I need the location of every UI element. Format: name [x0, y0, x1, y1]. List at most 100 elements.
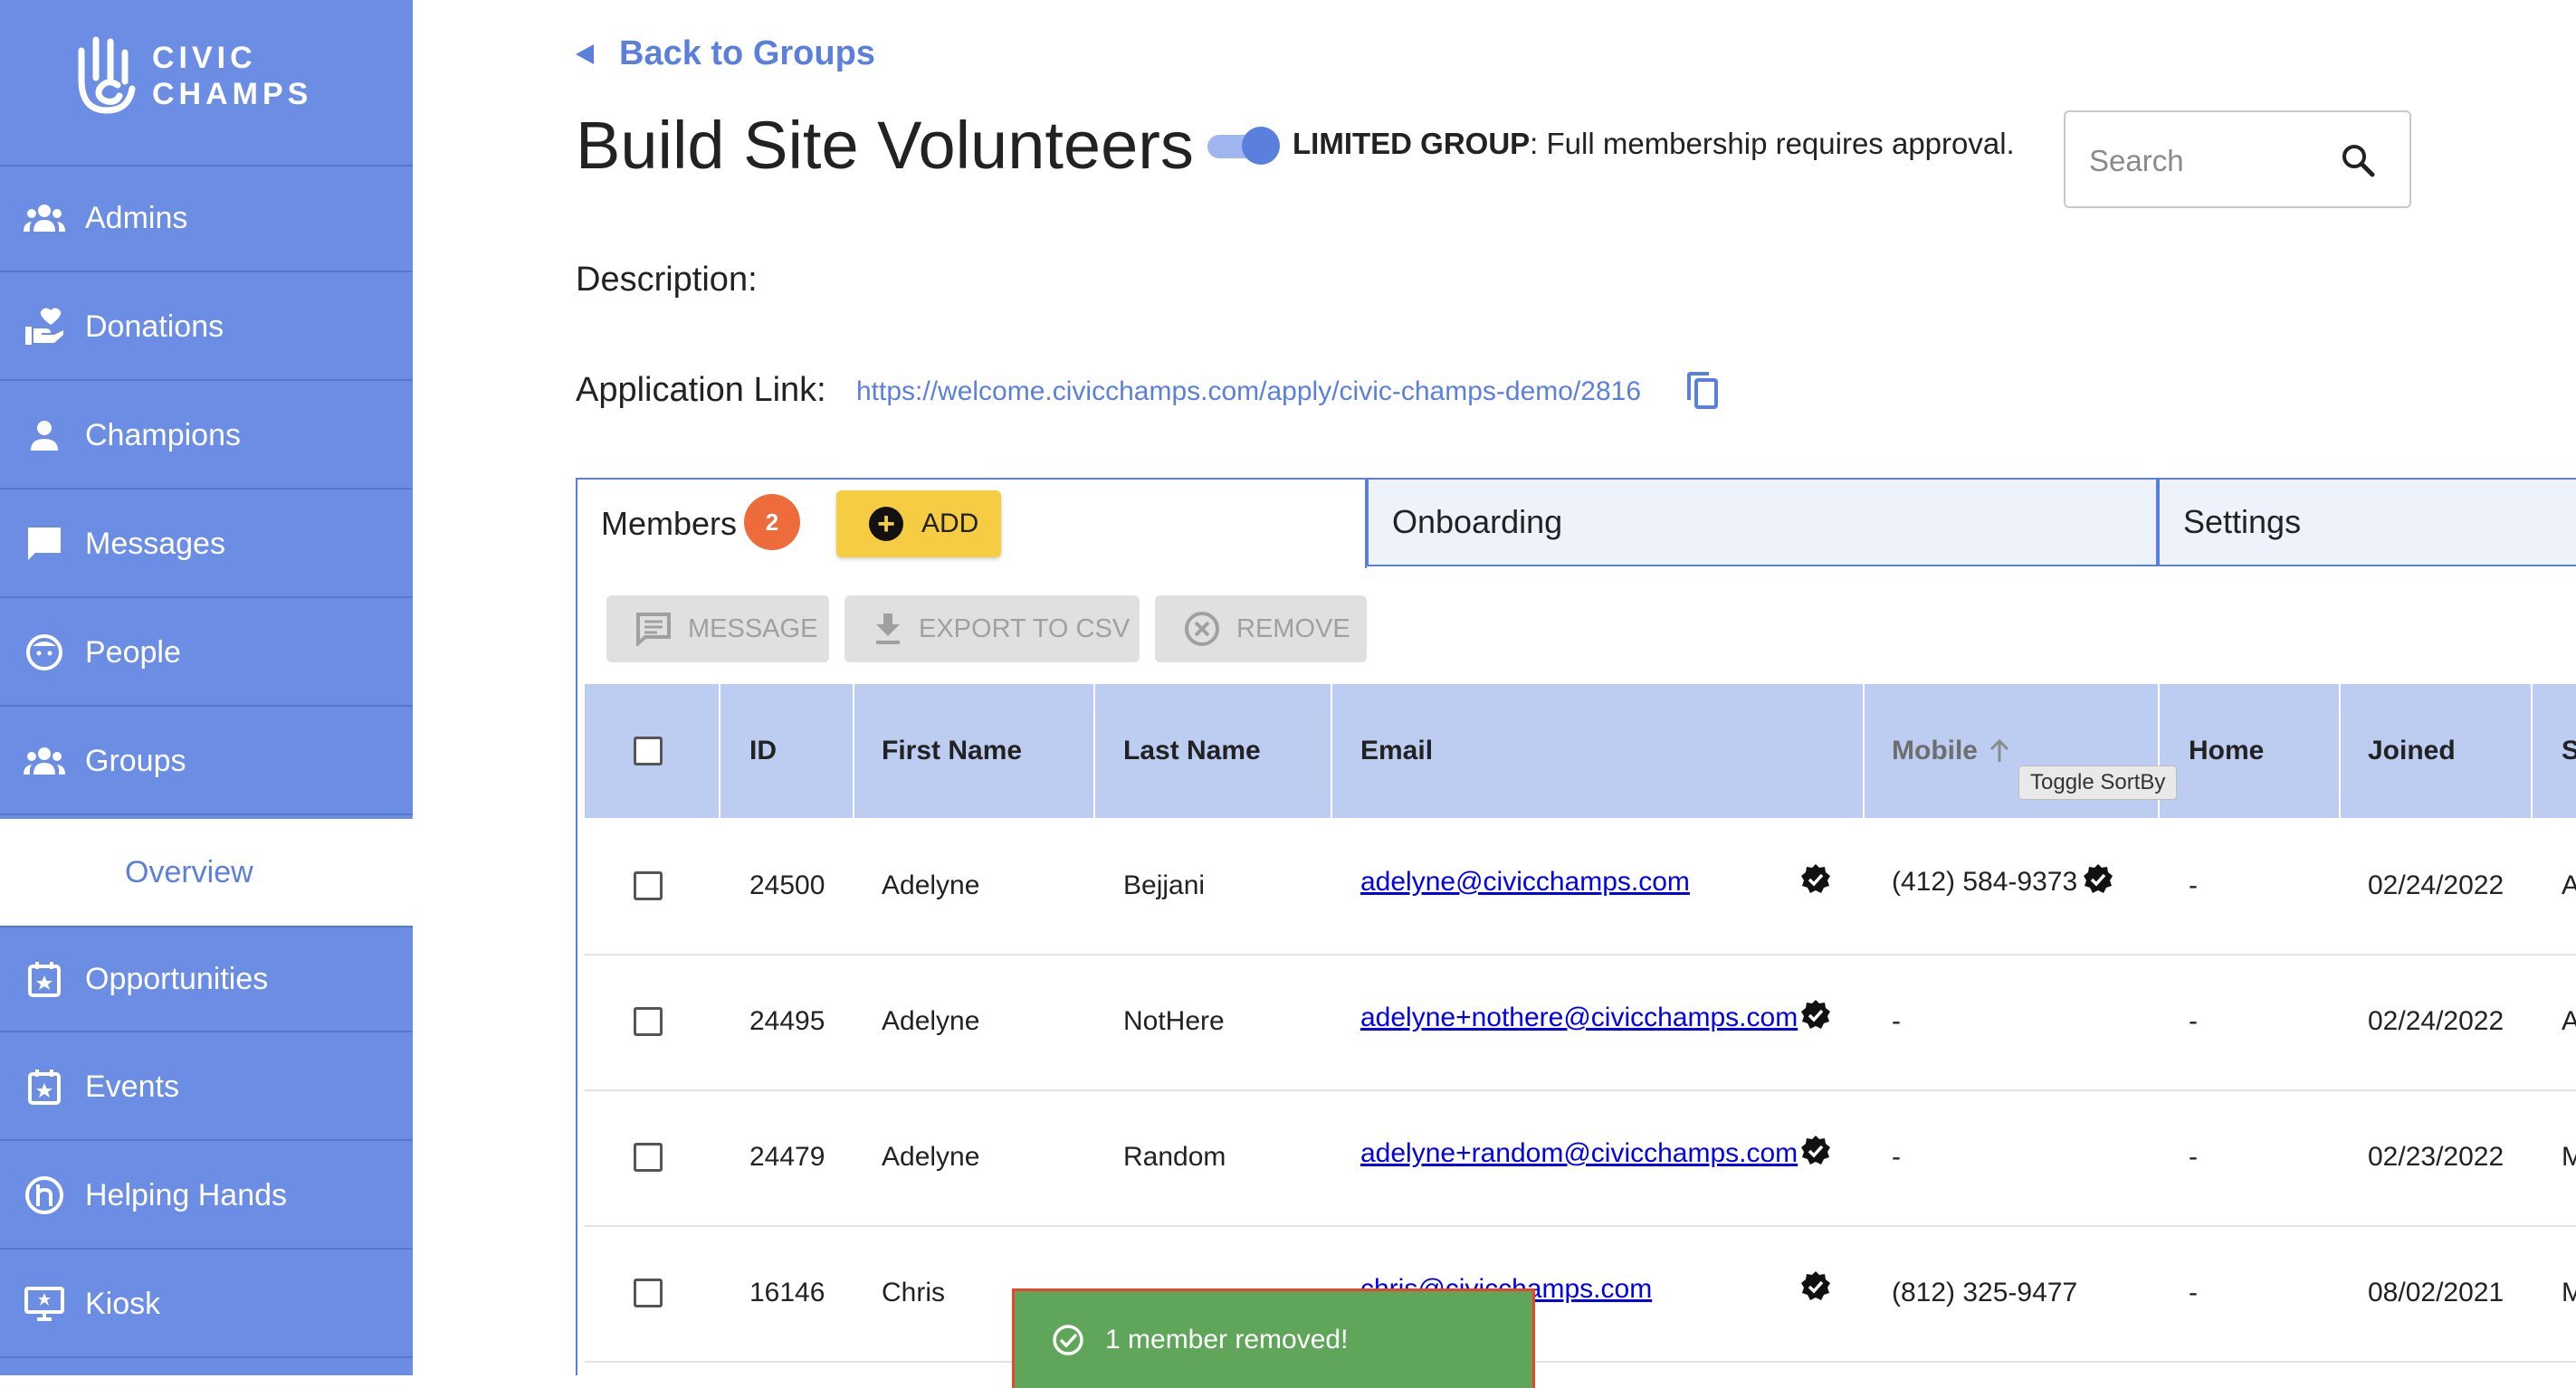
column-header-status[interactable]: S	[2562, 684, 2576, 818]
cell-status: M	[2562, 1142, 2576, 1172]
cell-joined: 08/02/2021	[2368, 1278, 2504, 1307]
column-divider	[853, 684, 854, 818]
sidebar-item-label: People	[85, 634, 181, 670]
sidebar-item-kiosk[interactable]: Kiosk	[0, 1251, 413, 1358]
sidebar-item-helping-hands[interactable]: Helping Hands	[0, 1143, 413, 1250]
column-header-home[interactable]: Home	[2189, 684, 2264, 818]
select-all-checkbox[interactable]	[634, 684, 663, 818]
cell-home: -	[2189, 1006, 2198, 1036]
cell-home: -	[2189, 1278, 2198, 1307]
limited-group-label: LIMITED GROUP	[1293, 127, 1531, 160]
cell-mobile: (412) 584-9373	[1892, 867, 2078, 897]
cell-last-name: Bejjani	[1123, 870, 1206, 900]
export-button-label: EXPORT TO CSV	[919, 613, 1131, 643]
table-header-row: ID First Name Last Name Email Mobile Hom…	[585, 684, 2576, 818]
search-box	[2064, 110, 2411, 208]
column-header-joined[interactable]: Joined	[2368, 684, 2456, 818]
cell-mobile: -	[1892, 1142, 1901, 1172]
add-member-button[interactable]: + ADD	[836, 490, 1001, 557]
cell-joined: 02/24/2022	[2368, 1006, 2504, 1036]
sidebar-item-groups[interactable]: Groups	[0, 708, 413, 815]
sidebar-item-champions[interactable]: Champions	[0, 383, 413, 490]
application-link-label: Application Link:	[576, 371, 826, 409]
sidebar-item-people[interactable]: People	[0, 600, 413, 707]
row-checkbox[interactable]	[634, 871, 663, 900]
sidebar-item-overview[interactable]: Overview	[0, 819, 413, 926]
people-icon	[22, 630, 67, 675]
hand-logo-icon	[78, 36, 136, 114]
sidebar-item-label: Admins	[85, 200, 188, 235]
admins-icon	[22, 195, 67, 241]
sidebar-item-admins[interactable]: Admins	[0, 166, 413, 272]
sidebar-item-messages[interactable]: Messages	[0, 491, 413, 598]
checkbox[interactable]	[634, 737, 663, 765]
column-divider	[719, 684, 720, 818]
email-link[interactable]: adelyne+random@civicchamps.com	[1360, 1138, 1798, 1169]
cell-id: 24500	[749, 870, 825, 900]
remove-button[interactable]: REMOVE	[1155, 595, 1367, 662]
plus-icon: +	[869, 507, 903, 541]
row-checkbox[interactable]	[634, 1007, 663, 1036]
table-row[interactable]: 24479 Adelyne Random adelyne+random@civi…	[585, 1089, 2576, 1227]
back-to-groups-link[interactable]: Back to Groups	[576, 34, 875, 73]
civic-champs-logo[interactable]: CIVIC CHAMPS	[0, 0, 413, 166]
messages-icon	[22, 521, 67, 566]
snackbar-notification: 1 member removed!	[1012, 1288, 1535, 1388]
description-label: Description:	[576, 261, 758, 299]
events-icon	[22, 1064, 67, 1109]
download-icon	[873, 612, 902, 646]
export-csv-button[interactable]: EXPORT TO CSV	[844, 595, 1140, 662]
tab-settings[interactable]: Settings	[2158, 478, 2576, 566]
application-link-url[interactable]: https://welcome.civicchamps.com/apply/ci…	[856, 376, 1641, 407]
table-row[interactable]: 24500 Adelyne Bejjani adelyne@civicchamp…	[585, 818, 2576, 955]
limited-group-text: LIMITED GROUP: Full membership requires …	[1293, 127, 2015, 161]
table-row[interactable]: 24495 Adelyne NotHere adelyne+nothere@ci…	[585, 954, 2576, 1091]
cell-mobile: (812) 325-9477	[1892, 1278, 2078, 1307]
column-divider	[2339, 684, 2341, 818]
tab-members-label: Members	[601, 505, 738, 542]
page-title: Build Site Volunteers	[576, 108, 1194, 183]
tab-settings-label: Settings	[2183, 503, 2302, 540]
search-icon[interactable]	[2339, 141, 2377, 184]
cell-joined: 02/24/2022	[2368, 870, 2504, 900]
tab-onboarding-label: Onboarding	[1392, 503, 1563, 540]
members-count-badge: 2	[744, 494, 800, 550]
table-row[interactable]: 16146 Chris chris@civicchamps.com (812) …	[585, 1225, 2576, 1363]
remove-button-label: REMOVE	[1236, 613, 1350, 643]
copy-icon[interactable]	[1685, 371, 1720, 415]
kiosk-icon	[22, 1281, 67, 1326]
sidebar-item-donations[interactable]: Donations	[0, 274, 413, 381]
sidebar-item-label: Messages	[85, 526, 225, 561]
opportunities-icon	[22, 956, 67, 1002]
column-divider	[1331, 684, 1332, 818]
row-checkbox[interactable]	[634, 1143, 663, 1172]
message-button-label: MESSAGE	[688, 613, 818, 643]
sidebar-item-label: Opportunities	[85, 961, 269, 996]
row-checkbox-cell	[634, 954, 663, 1089]
column-divider	[1093, 684, 1095, 818]
row-checkbox-cell	[634, 818, 663, 954]
column-header-email[interactable]: Email	[1360, 684, 1433, 818]
check-circle-icon	[1051, 1323, 1085, 1357]
column-header-mobile[interactable]: Mobile	[1892, 684, 2010, 818]
sort-tooltip: Toggle SortBy	[2018, 765, 2178, 800]
column-header-id[interactable]: ID	[749, 684, 777, 818]
column-divider	[2531, 684, 2533, 818]
sidebar-item-events[interactable]: Events	[0, 1034, 413, 1141]
column-header-mobile-label: Mobile	[1892, 736, 1978, 765]
search-input[interactable]	[2087, 139, 2335, 183]
email-link[interactable]: adelyne+nothere@civicchamps.com	[1360, 1003, 1798, 1033]
tab-onboarding[interactable]: Onboarding	[1367, 478, 2158, 566]
cell-status: M	[2562, 1278, 2576, 1307]
message-button[interactable]: MESSAGE	[606, 595, 829, 662]
sidebar-item-opportunities[interactable]: Opportunities	[0, 926, 413, 1032]
sidebar-item-label: Champions	[85, 417, 241, 452]
cell-status: A	[2562, 870, 2576, 900]
cell-status: A	[2562, 1006, 2576, 1036]
column-header-first-name[interactable]: First Name	[882, 684, 1022, 818]
row-checkbox-cell	[634, 1089, 663, 1225]
email-link[interactable]: adelyne@civicchamps.com	[1360, 867, 1690, 898]
row-checkbox[interactable]	[634, 1279, 663, 1307]
limited-group-toggle[interactable]	[1207, 127, 1280, 165]
column-header-last-name[interactable]: Last Name	[1123, 684, 1261, 818]
